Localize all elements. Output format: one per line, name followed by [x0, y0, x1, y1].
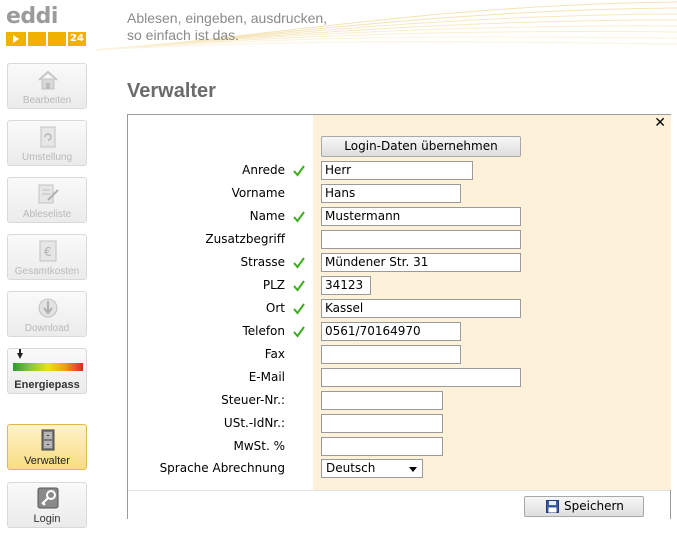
cabinet-icon — [41, 429, 55, 451]
language-label: Sprache Abrechnung — [159, 461, 285, 475]
required-check-icon — [293, 303, 305, 315]
nav-bearbeiten-button[interactable]: Bearbeiten — [7, 63, 87, 109]
required-check-icon — [293, 257, 305, 269]
nav-label: Verwalter — [24, 455, 70, 467]
close-icon[interactable]: ✕ — [654, 115, 666, 131]
tagline-line-2: so einfach ist das. — [127, 27, 240, 43]
login-data-apply-button[interactable]: Login-Daten übernehmen — [321, 136, 521, 157]
field-label: Fax — [264, 347, 285, 361]
verwalter-form-panel: ✕ Login-Daten übernehmen Sprache Abrechn… — [127, 114, 671, 519]
field-label: Steuer-Nr.: — [221, 393, 285, 407]
required-check-icon — [293, 211, 305, 223]
nav-login-button[interactable]: Login — [7, 482, 87, 528]
field-label: MwSt. % — [233, 439, 285, 453]
eddi24-logo: eddi 24 — [6, 6, 88, 48]
key-icon — [37, 487, 59, 509]
required-check-icon — [293, 165, 305, 177]
field-label: Strasse — [240, 255, 286, 269]
field-input[interactable]: Herr — [321, 161, 473, 180]
logo-wordmark: eddi — [6, 4, 58, 29]
field-label: E-Mail — [248, 370, 285, 384]
field-label: Ort — [265, 301, 285, 315]
nav-energiepass-button[interactable]: Energiepass — [7, 348, 87, 394]
field-label: PLZ — [262, 278, 285, 292]
nav-label: Bearbeiten — [22, 95, 72, 106]
nav-label: Download — [24, 323, 70, 334]
field-input[interactable] — [321, 230, 521, 249]
nav-umstellung-button[interactable]: Umstellung — [7, 120, 87, 166]
nav-gesamtkosten-button[interactable]: € Gesamtkosten — [7, 234, 87, 280]
logo-play-icon — [6, 32, 26, 46]
nav-label: Ableseliste — [22, 209, 72, 220]
field-input[interactable]: Hans — [321, 184, 461, 203]
house-icon — [38, 70, 58, 90]
chevron-down-icon — [409, 467, 417, 472]
field-label: Vorname — [231, 186, 285, 200]
tagline-line-1: Ablesen, eingeben, ausdrucken, — [127, 10, 328, 26]
nav-label: Umstellung — [21, 152, 73, 163]
form-footer: Speichern — [128, 490, 670, 519]
field-label: Name — [249, 209, 285, 223]
nav-ableseliste-button[interactable]: Ableseliste — [7, 177, 87, 223]
field-label: Telefon — [242, 324, 285, 338]
nav-label: Gesamtkosten — [14, 266, 80, 277]
list-pen-icon — [38, 184, 59, 204]
field-input[interactable]: Mustermann — [321, 207, 521, 226]
euro-document-icon: € — [39, 240, 57, 262]
nav-download-button[interactable]: Download — [7, 291, 87, 337]
field-label: USt.-IdNr.: — [223, 416, 285, 430]
field-input[interactable] — [321, 391, 443, 410]
field-input[interactable]: 34123 — [321, 276, 371, 295]
field-input[interactable]: Mündener Str. 31 — [321, 253, 521, 272]
save-button[interactable]: Speichern — [524, 496, 644, 517]
field-label: Anrede — [242, 163, 285, 177]
field-input[interactable] — [321, 414, 443, 433]
field-input[interactable]: Kassel — [321, 299, 521, 318]
page-title: Verwalter — [127, 80, 216, 102]
field-input[interactable] — [321, 345, 461, 364]
save-button-label: Speichern — [564, 499, 624, 513]
tagline: Ablesen, eingeben, ausdrucken, so einfac… — [127, 10, 327, 44]
language-select[interactable]: Deutsch — [321, 459, 423, 478]
nav-label: Login — [33, 513, 61, 525]
field-input[interactable] — [321, 437, 443, 456]
floppy-disk-icon — [546, 500, 559, 513]
field-label: Zusatzbegriff — [205, 232, 285, 246]
required-check-icon — [293, 326, 305, 338]
language-select-value: Deutsch — [326, 461, 376, 475]
svg-text:€: € — [44, 245, 52, 259]
nav-label: Energiepass — [14, 379, 80, 391]
field-input[interactable]: 0561/70164970 — [321, 322, 461, 341]
required-check-icon — [293, 280, 305, 292]
logo-bar: 24 — [6, 32, 86, 46]
download-globe-icon — [38, 298, 58, 318]
document-refresh-icon — [40, 126, 56, 148]
field-input[interactable] — [321, 368, 521, 387]
nav-verwalter-button[interactable]: Verwalter — [7, 424, 87, 470]
logo-badge: 24 — [68, 32, 86, 46]
